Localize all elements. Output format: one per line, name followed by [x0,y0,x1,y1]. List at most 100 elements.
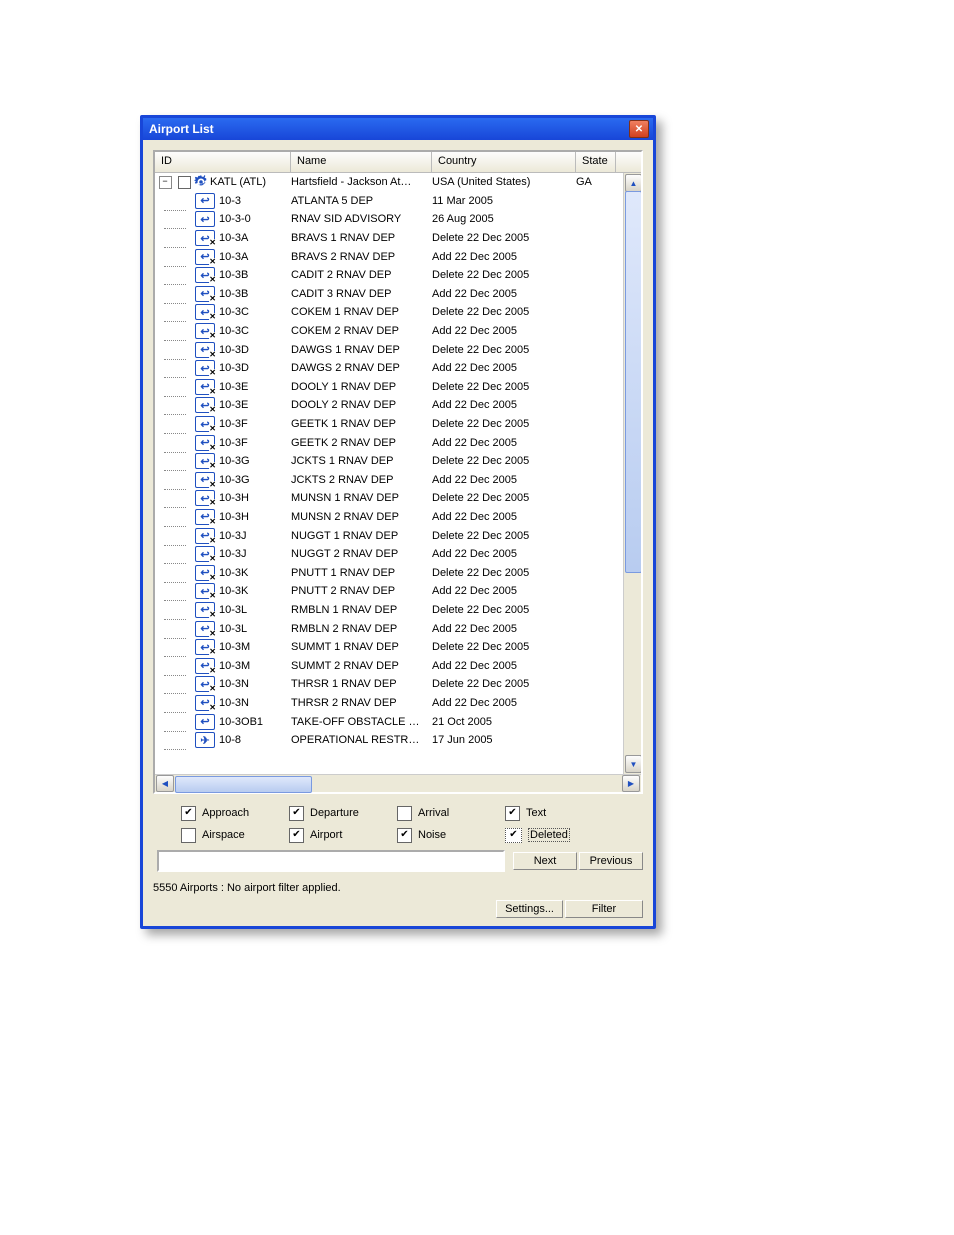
chart-date: Delete 22 Dec 2005 [432,604,576,616]
scroll-down-icon[interactable]: ▼ [625,755,641,773]
next-button[interactable]: Next [513,852,577,870]
tree-child-row[interactable]: ↩10-3LRMBLN 2 RNAV DEPAdd 22 Dec 2005 [155,619,624,638]
chart-name: MUNSN 1 RNAV DEP [291,492,432,504]
hscroll-thumb[interactable] [175,776,312,793]
departure-chart-icon: ↩ [195,602,215,618]
tree-child-row[interactable]: ↩10-3HMUNSN 2 RNAV DEPAdd 22 Dec 2005 [155,508,624,527]
departure-chart-icon: ↩ [195,342,215,358]
tree-child-row[interactable]: ↩10-3-0RNAV SID ADVISORY26 Aug 2005 [155,210,624,229]
filter-panel: Approach Departure Arrival Text Airspace… [181,802,643,846]
checkbox-icon[interactable] [289,806,304,821]
checkbox-icon[interactable] [181,806,196,821]
chart-date: Delete 22 Dec 2005 [432,455,576,467]
scroll-up-icon[interactable]: ▲ [625,174,641,192]
filter-deleted[interactable]: Deleted [505,828,613,843]
chart-id: 10-3G [219,455,250,467]
chart-date: Add 22 Dec 2005 [432,511,576,523]
tree-child-row[interactable]: ↩10-3ABRAVS 2 RNAV DEPAdd 22 Dec 2005 [155,247,624,266]
tree-child-row[interactable]: ↩10-3CCOKEM 1 RNAV DEPDelete 22 Dec 2005 [155,303,624,322]
chart-date: Delete 22 Dec 2005 [432,381,576,393]
airport-checkbox[interactable] [178,176,191,189]
tree-child-row[interactable]: ↩10-3EDOOLY 1 RNAV DEPDelete 22 Dec 2005 [155,378,624,397]
chart-date: Add 22 Dec 2005 [432,399,576,411]
column-country[interactable]: Country [432,152,576,172]
filter-airport[interactable]: Airport [289,828,397,843]
chart-id: 10-3N [219,697,249,709]
tree-child-row[interactable]: ↩10-3MSUMMT 2 RNAV DEPAdd 22 Dec 2005 [155,656,624,675]
chart-date: Add 22 Dec 2005 [432,660,576,672]
departure-chart-icon: ↩ [195,323,215,339]
tree-child-row[interactable]: ↩10-3JNUGGT 2 RNAV DEPAdd 22 Dec 2005 [155,545,624,564]
tree-child-row[interactable]: ↩10-3GJCKTS 2 RNAV DEPAdd 22 Dec 2005 [155,471,624,490]
tree-root-row[interactable]: − KATL (ATL) Hartsfield - Jackson At… US… [155,173,624,192]
titlebar[interactable]: Airport List ✕ [143,118,653,140]
tree-child-row[interactable]: ↩10-3KPNUTT 1 RNAV DEPDelete 22 Dec 2005 [155,563,624,582]
tree-child-row[interactable]: ↩10-3JNUGGT 1 RNAV DEPDelete 22 Dec 2005 [155,526,624,545]
tree-child-row[interactable]: ↩10-3FGEETK 2 RNAV DEPAdd 22 Dec 2005 [155,433,624,452]
checkbox-icon[interactable] [289,828,304,843]
chart-id: 10-3M [219,641,250,653]
checkbox-icon[interactable] [397,828,412,843]
scroll-left-icon[interactable]: ◀ [156,775,174,792]
settings-button[interactable]: Settings... [496,900,563,918]
horizontal-scrollbar[interactable]: ◀ ▶ [155,774,641,792]
tree-child-row[interactable]: ↩10-3GJCKTS 1 RNAV DEPDelete 22 Dec 2005 [155,452,624,471]
tree-child-row[interactable]: ↩10-3ABRAVS 1 RNAV DEPDelete 22 Dec 2005 [155,229,624,248]
column-state[interactable]: State [576,152,616,172]
tree-child-row[interactable]: ↩10-3NTHRSR 2 RNAV DEPAdd 22 Dec 2005 [155,694,624,713]
previous-button[interactable]: Previous [579,852,643,870]
checkbox-icon[interactable] [181,828,196,843]
column-id[interactable]: ID [155,152,291,172]
chart-date: Delete 22 Dec 2005 [432,567,576,579]
search-input[interactable] [157,850,505,872]
tree-child-row[interactable]: ↩10-3HMUNSN 1 RNAV DEPDelete 22 Dec 2005 [155,489,624,508]
filter-airspace[interactable]: Airspace [181,828,289,843]
tree-child-row[interactable]: ↩10-3EDOOLY 2 RNAV DEPAdd 22 Dec 2005 [155,396,624,415]
expander-icon[interactable]: − [159,176,172,189]
vertical-scrollbar[interactable]: ▲ ▼ [623,173,641,774]
chart-date: Add 22 Dec 2005 [432,251,576,263]
tree-child-row[interactable]: ↩10-3FGEETK 1 RNAV DEPDelete 22 Dec 2005 [155,415,624,434]
chart-date: Delete 22 Dec 2005 [432,641,576,653]
vscroll-thumb[interactable] [625,191,641,573]
departure-chart-icon: ↩ [195,490,215,506]
tree-child-row[interactable]: ↩10-3BCADIT 2 RNAV DEPDelete 22 Dec 2005 [155,266,624,285]
root-state: GA [576,176,606,188]
departure-chart-icon: ↩ [195,565,215,581]
window-title: Airport List [147,122,629,136]
filter-noise[interactable]: Noise [397,828,505,843]
tree-child-row[interactable]: ↩10-3MSUMMT 1 RNAV DEPDelete 22 Dec 2005 [155,638,624,657]
chart-date: Delete 22 Dec 2005 [432,418,576,430]
tree-child-row[interactable]: ↩10-3OB1TAKE-OFF OBSTACLE …21 Oct 2005 [155,712,624,731]
tree-child-row[interactable]: ↩10-3NTHRSR 1 RNAV DEPDelete 22 Dec 2005 [155,675,624,694]
checkbox-icon[interactable] [505,828,522,843]
checkbox-icon[interactable] [505,806,520,821]
tree-child-row[interactable]: ↩10-3DDAWGS 1 RNAV DEPDelete 22 Dec 2005 [155,340,624,359]
departure-chart-icon: ↩ [195,211,215,227]
chart-date: Delete 22 Dec 2005 [432,232,576,244]
chart-id: 10-3C [219,325,249,337]
tree-child-row[interactable]: ↩10-3BCADIT 3 RNAV DEPAdd 22 Dec 2005 [155,285,624,304]
chart-date: Add 22 Dec 2005 [432,474,576,486]
scroll-right-icon[interactable]: ▶ [622,775,640,792]
airport-list-window: Airport List ✕ ID Name Country State [140,115,656,929]
chart-name: CADIT 3 RNAV DEP [291,288,432,300]
tree-child-row[interactable]: ↩10-3DDAWGS 2 RNAV DEPAdd 22 Dec 2005 [155,359,624,378]
filter-departure[interactable]: Departure [289,806,397,821]
tree-child-row[interactable]: ↩10-3LRMBLN 1 RNAV DEPDelete 22 Dec 2005 [155,601,624,620]
column-name[interactable]: Name [291,152,432,172]
chart-date: Add 22 Dec 2005 [432,548,576,560]
filter-arrival[interactable]: Arrival [397,806,505,821]
close-icon[interactable]: ✕ [629,120,649,138]
tree-child-row[interactable]: ↩10-3KPNUTT 2 RNAV DEPAdd 22 Dec 2005 [155,582,624,601]
chart-date: 26 Aug 2005 [432,213,576,225]
chart-name: ATLANTA 5 DEP [291,195,432,207]
tree-child-row[interactable]: ↩10-3CCOKEM 2 RNAV DEPAdd 22 Dec 2005 [155,322,624,341]
filter-text[interactable]: Text [505,806,613,821]
filter-button[interactable]: Filter [565,900,643,918]
chart-name: DAWGS 2 RNAV DEP [291,362,432,374]
tree-child-row[interactable]: ✈10-8OPERATIONAL RESTR…17 Jun 2005 [155,731,624,750]
filter-approach[interactable]: Approach [181,806,289,821]
checkbox-icon[interactable] [397,806,412,821]
tree-child-row[interactable]: ↩10-3ATLANTA 5 DEP11 Mar 2005 [155,192,624,211]
